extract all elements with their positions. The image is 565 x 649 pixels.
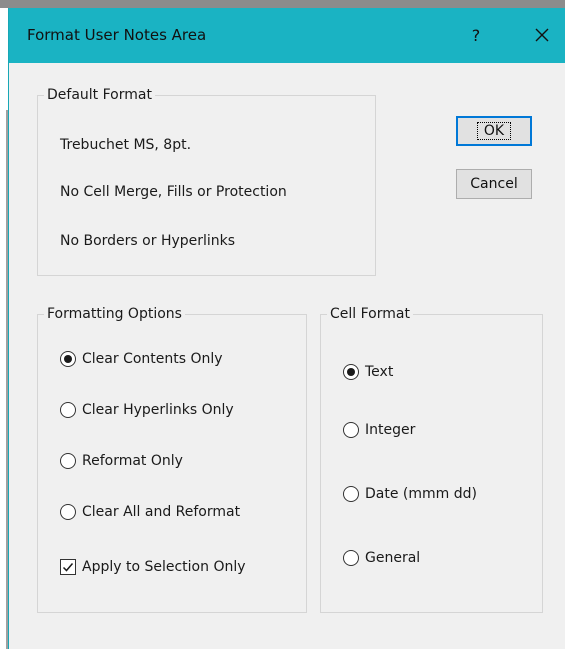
cell-format-legend: Cell Format bbox=[327, 306, 413, 323]
default-borders-text: No Borders or Hyperlinks bbox=[60, 233, 236, 249]
radio-label: Reformat Only bbox=[82, 453, 183, 469]
radio-label: Text bbox=[365, 364, 394, 380]
radio-button[interactable] bbox=[60, 453, 76, 469]
radio-clear-all-and-reformat[interactable]: Clear All and Reformat bbox=[60, 504, 240, 520]
checkbox-checked[interactable] bbox=[60, 559, 76, 575]
default-font-text: Trebuchet MS, 8pt. bbox=[60, 137, 192, 153]
title-bar[interactable]: Format User Notes Area ? bbox=[9, 8, 565, 63]
radio-label: Clear Contents Only bbox=[82, 351, 223, 367]
help-button[interactable]: ? bbox=[453, 8, 499, 63]
ok-button-label: OK bbox=[476, 122, 512, 140]
radio-date-mmm-dd[interactable]: Date (mmm dd) bbox=[343, 486, 477, 502]
close-button[interactable] bbox=[519, 8, 565, 63]
radio-clear-contents-only[interactable]: Clear Contents Only bbox=[60, 351, 223, 367]
radio-label: Clear Hyperlinks Only bbox=[82, 402, 234, 418]
radio-label: Integer bbox=[365, 422, 416, 438]
radio-reformat-only[interactable]: Reformat Only bbox=[60, 453, 183, 469]
radio-label: Clear All and Reformat bbox=[82, 504, 241, 520]
close-icon bbox=[535, 28, 549, 42]
checkbox-label: Apply to Selection Only bbox=[82, 559, 246, 575]
radio-integer[interactable]: Integer bbox=[343, 422, 415, 438]
radio-text[interactable]: Text bbox=[343, 364, 393, 380]
radio-button[interactable] bbox=[60, 504, 76, 520]
radio-label: Date (mmm dd) bbox=[365, 486, 477, 502]
radio-button[interactable] bbox=[60, 402, 76, 418]
formatting-options-legend: Formatting Options bbox=[44, 306, 185, 323]
apply-to-selection-checkbox[interactable]: Apply to Selection Only bbox=[60, 559, 246, 575]
default-merge-text: No Cell Merge, Fills or Protection bbox=[60, 184, 287, 200]
radio-button[interactable] bbox=[343, 486, 359, 502]
default-format-legend: Default Format bbox=[44, 87, 155, 104]
radio-button-selected[interactable] bbox=[343, 364, 359, 380]
dialog-title: Format User Notes Area bbox=[27, 26, 207, 44]
cell-format-group: Cell Format bbox=[320, 306, 543, 613]
radio-label: General bbox=[365, 550, 421, 566]
radio-button[interactable] bbox=[343, 550, 359, 566]
radio-button-selected[interactable] bbox=[60, 351, 76, 367]
ok-button[interactable]: OK bbox=[456, 116, 532, 146]
cancel-button[interactable]: Cancel bbox=[456, 169, 532, 199]
checkmark-icon bbox=[62, 563, 74, 572]
radio-general[interactable]: General bbox=[343, 550, 420, 566]
background-window-edge bbox=[0, 0, 565, 8]
radio-button[interactable] bbox=[343, 422, 359, 438]
format-user-notes-dialog: Format User Notes Area ? Default Format … bbox=[8, 8, 565, 649]
radio-clear-hyperlinks-only[interactable]: Clear Hyperlinks Only bbox=[60, 402, 234, 418]
